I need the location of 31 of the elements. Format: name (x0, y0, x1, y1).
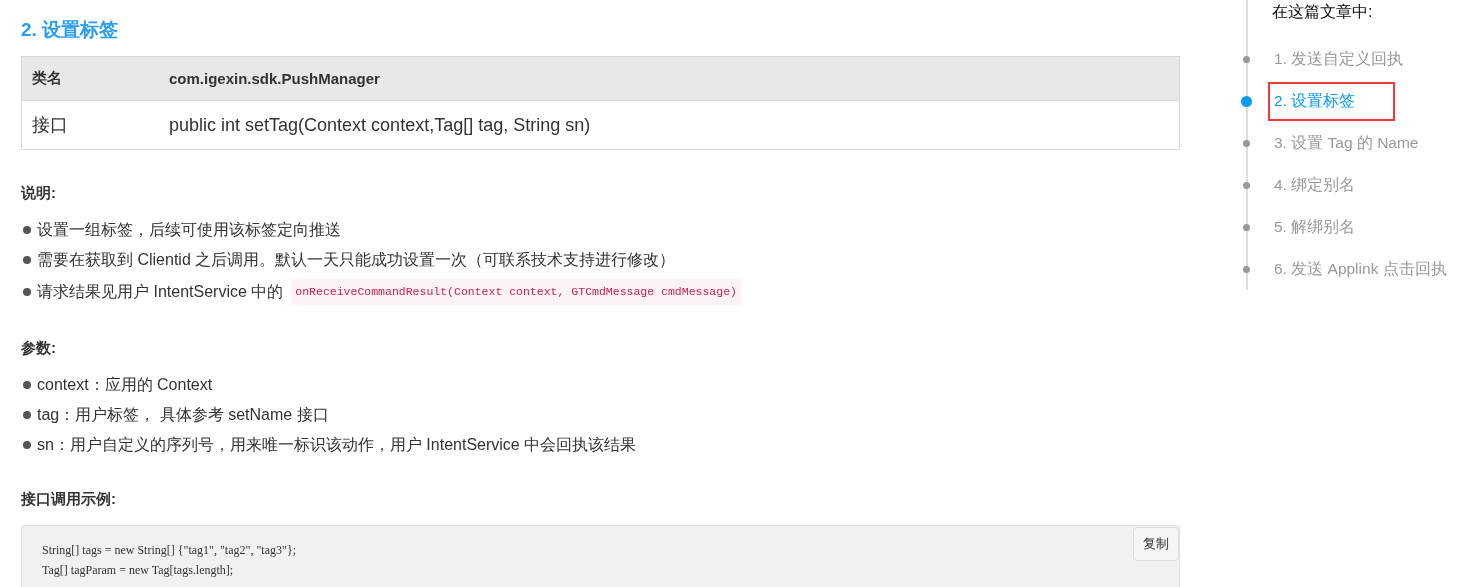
toc-title: 在这篇文章中: (1272, 2, 1374, 22)
toc-link[interactable]: 4. 绑定别名 (1268, 165, 1362, 205)
bullet-icon (23, 441, 31, 449)
section-title: 接口调用示例: (21, 490, 117, 509)
table-cell-text: 接口 (31, 114, 69, 137)
bullet-icon (23, 411, 31, 419)
bullet-icon (23, 256, 31, 264)
list-item-text: 需要在获取到 Clientid 之后调用。默认一天只能成功设置一次（可联系技术支持进行修改） (37, 250, 676, 270)
bullet-icon (23, 226, 31, 234)
list-item-text: 请求结果见用户 IntentService 中的 (37, 282, 284, 302)
toc-link[interactable]: 2. 设置标签 (1268, 81, 1396, 121)
bullet-icon (23, 288, 31, 296)
copy-button[interactable]: 复制 (1133, 527, 1179, 561)
list-item-text: sn：用户自定义的序列号，用来唯一标识该动作，用户 IntentService 中会回执该结果 (37, 435, 637, 455)
table-cell-text: public int setTag(Context context,Tag[] tag, String sn) (168, 114, 591, 136)
list-item-text: 设置一组标签，后续可使用该标签定向推送 (37, 220, 341, 240)
section-title: 说明: (21, 184, 57, 203)
table-cell-text: 类名 (31, 69, 63, 88)
code-line: Tag[] tagParam = new Tag[tags.length]; (42, 562, 234, 579)
toc-link[interactable]: 1. 发送自定义回执 (1268, 39, 1410, 79)
list-item-text: context：应用的 Context (37, 375, 213, 395)
list-item-text: tag：用户标签， 具体参考 setName 接口 (37, 405, 329, 425)
toc-link[interactable]: 6. 发送 Applink 点击回执 (1268, 249, 1453, 289)
toc-link[interactable]: 3. 设置 Tag 的 Name (1268, 123, 1425, 163)
bullet-icon (23, 381, 31, 389)
code-line: String[] tags = new String[] {"tag1", "tag2", "tag3"}; (42, 542, 296, 559)
table-cell-text: com.igexin.sdk.PushManager (168, 70, 380, 87)
inline-code: onReceiveCommandResult(Context context, GTCmdMessage cmdMessage) (291, 279, 741, 305)
toc-link[interactable]: 5. 解绑别名 (1268, 207, 1362, 247)
section-heading: 2. 设置标签 (21, 18, 120, 42)
section-title: 参数: (21, 339, 57, 358)
